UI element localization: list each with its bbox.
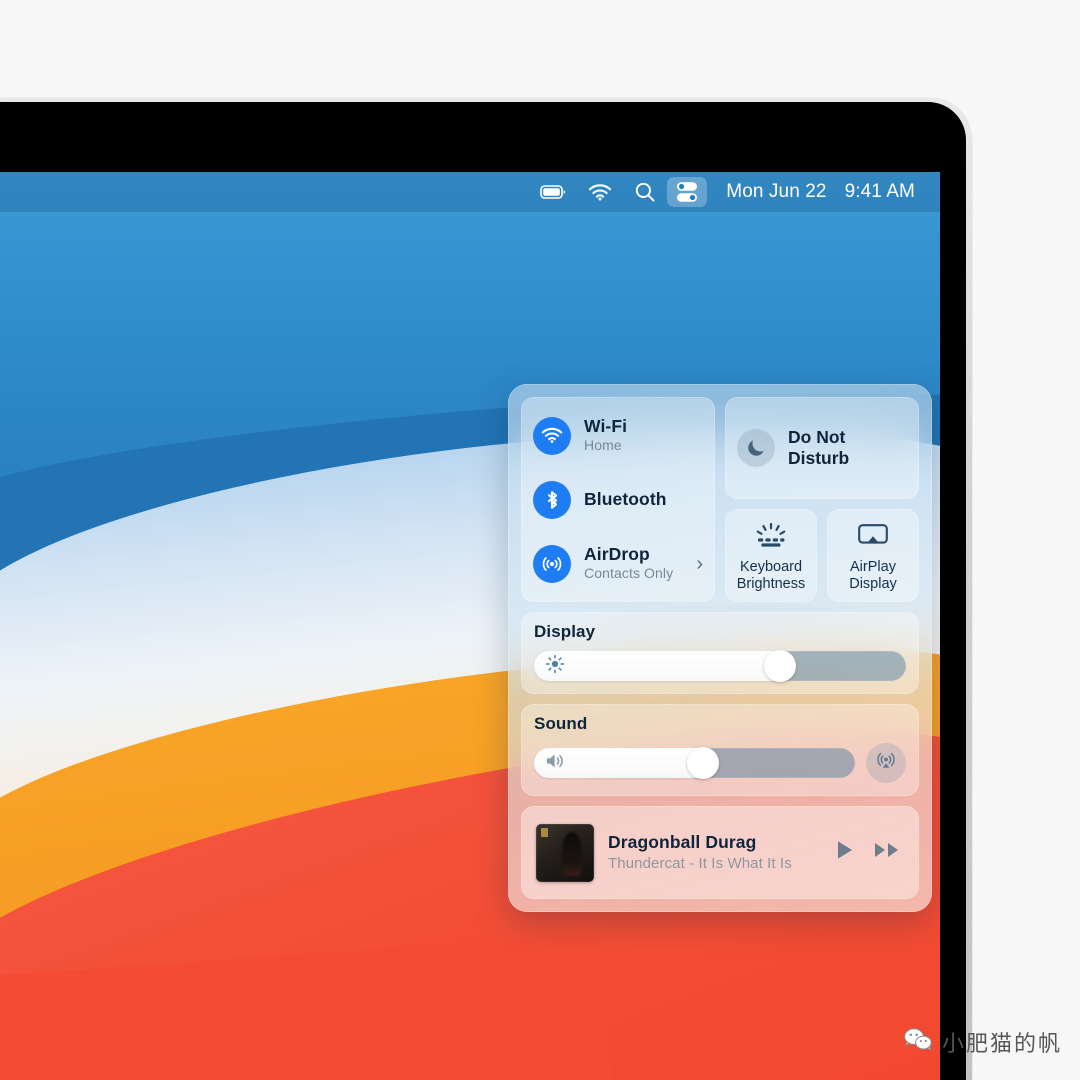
wechat-logo — [903, 1027, 933, 1058]
wifi-icon[interactable] — [577, 177, 623, 207]
album-art — [536, 823, 594, 882]
sound-slider-knob[interactable] — [686, 747, 719, 779]
playback-controls — [833, 838, 903, 867]
track-title: Dragonball Durag — [608, 832, 757, 852]
connectivity-module: Wi-Fi Home Bluetooth AirDrop Contacts On… — [521, 397, 715, 602]
speaker-icon — [545, 752, 567, 775]
display-slider-knob[interactable] — [764, 650, 797, 682]
wifi-text: Wi-Fi Home — [584, 416, 628, 454]
control-center-row-top: Wi-Fi Home Bluetooth AirDrop Contacts On… — [521, 397, 919, 602]
wifi-label: Wi-Fi — [584, 416, 628, 437]
control-center-icon[interactable] — [667, 177, 708, 207]
moon-icon — [737, 429, 775, 467]
menubar-clock[interactable]: 9:41 AM — [836, 181, 924, 203]
keyboard-brightness-label-line2: Brightness — [736, 575, 806, 592]
control-center-small-tiles: Keyboard Brightness AirPlay Display — [725, 509, 919, 602]
keyboard-brightness-icon — [754, 522, 788, 554]
chevron-right-icon[interactable]: › — [696, 554, 703, 574]
watermark-text: 小肥猫的帆 — [941, 1032, 1062, 1057]
sound-title: Sound — [534, 714, 588, 733]
display-slider-fill — [534, 651, 795, 681]
sound-volume-slider[interactable] — [534, 747, 855, 779]
display-bezel: Mon Jun 22 9:41 AM Wi-Fi Home Bluetooth … — [0, 102, 966, 1080]
airplay-display-tile[interactable]: AirPlay Display — [827, 509, 919, 602]
bluetooth-control[interactable]: Bluetooth — [533, 472, 703, 527]
laptop-shell: Mon Jun 22 9:41 AM Wi-Fi Home Bluetooth … — [0, 98, 972, 1080]
now-playing-text: Dragonball Durag Thundercat - It Is What… — [608, 832, 819, 873]
airdrop-control[interactable]: AirDrop Contacts Only › — [533, 536, 703, 591]
airplay-audio-button[interactable] — [866, 743, 906, 783]
wifi-network-name: Home — [584, 436, 622, 453]
bluetooth-label: Bluetooth — [584, 488, 667, 509]
airplay-display-label-line1: AirPlay — [850, 558, 896, 575]
keyboard-brightness-label-line1: Keyboard — [739, 558, 803, 575]
brightness-sun-icon — [545, 654, 565, 679]
dnd-label-line1: Do Not — [788, 427, 846, 448]
display-module: Display — [521, 612, 919, 694]
display-slider-row — [534, 650, 906, 682]
wifi-control[interactable]: Wi-Fi Home — [533, 408, 703, 463]
airdrop-visibility: Contacts Only — [584, 564, 674, 581]
screen: Mon Jun 22 9:41 AM Wi-Fi Home Bluetooth … — [0, 172, 940, 1080]
airdrop-label: AirDrop — [584, 544, 650, 565]
airplay-display-label: AirPlay Display — [849, 559, 897, 592]
airplay-display-icon — [857, 523, 889, 554]
now-playing-module[interactable]: Dragonball Durag Thundercat - It Is What… — [521, 806, 919, 899]
display-brightness-slider[interactable] — [534, 650, 906, 682]
airplay-display-label-line2: Display — [849, 575, 897, 592]
search-icon[interactable] — [623, 177, 667, 207]
control-center-panel: Wi-Fi Home Bluetooth AirDrop Contacts On… — [508, 384, 932, 912]
do-not-disturb-tile[interactable]: Do Not Disturb — [725, 397, 919, 499]
control-center-right-column: Do Not Disturb Keyboard Brightness AirPl… — [725, 397, 919, 602]
fast-forward-button[interactable] — [873, 839, 903, 866]
keyboard-brightness-label: Keyboard Brightness — [737, 559, 806, 592]
bluetooth-text: Bluetooth — [584, 488, 667, 510]
dnd-label-line2: Disturb — [788, 448, 850, 468]
do-not-disturb-label: Do Not Disturb — [788, 427, 849, 468]
track-artist-album: Thundercat - It Is What It Is — [608, 855, 792, 872]
menubar-date[interactable]: Mon Jun 22 — [717, 181, 835, 203]
play-button[interactable] — [833, 838, 857, 867]
wifi-icon — [533, 416, 571, 455]
airplay-audio-icon — [875, 750, 897, 777]
battery-icon[interactable] — [529, 177, 577, 207]
menu-bar: Mon Jun 22 9:41 AM — [0, 172, 940, 212]
airdrop-icon — [533, 544, 571, 583]
watermark: 小肥猫的帆 — [903, 1026, 1062, 1058]
sound-module: Sound — [521, 704, 919, 796]
sound-slider-row — [534, 743, 906, 783]
keyboard-brightness-tile[interactable]: Keyboard Brightness — [725, 509, 817, 602]
airdrop-text: AirDrop Contacts Only — [584, 544, 674, 582]
bluetooth-icon — [533, 480, 571, 519]
display-title: Display — [534, 622, 596, 641]
